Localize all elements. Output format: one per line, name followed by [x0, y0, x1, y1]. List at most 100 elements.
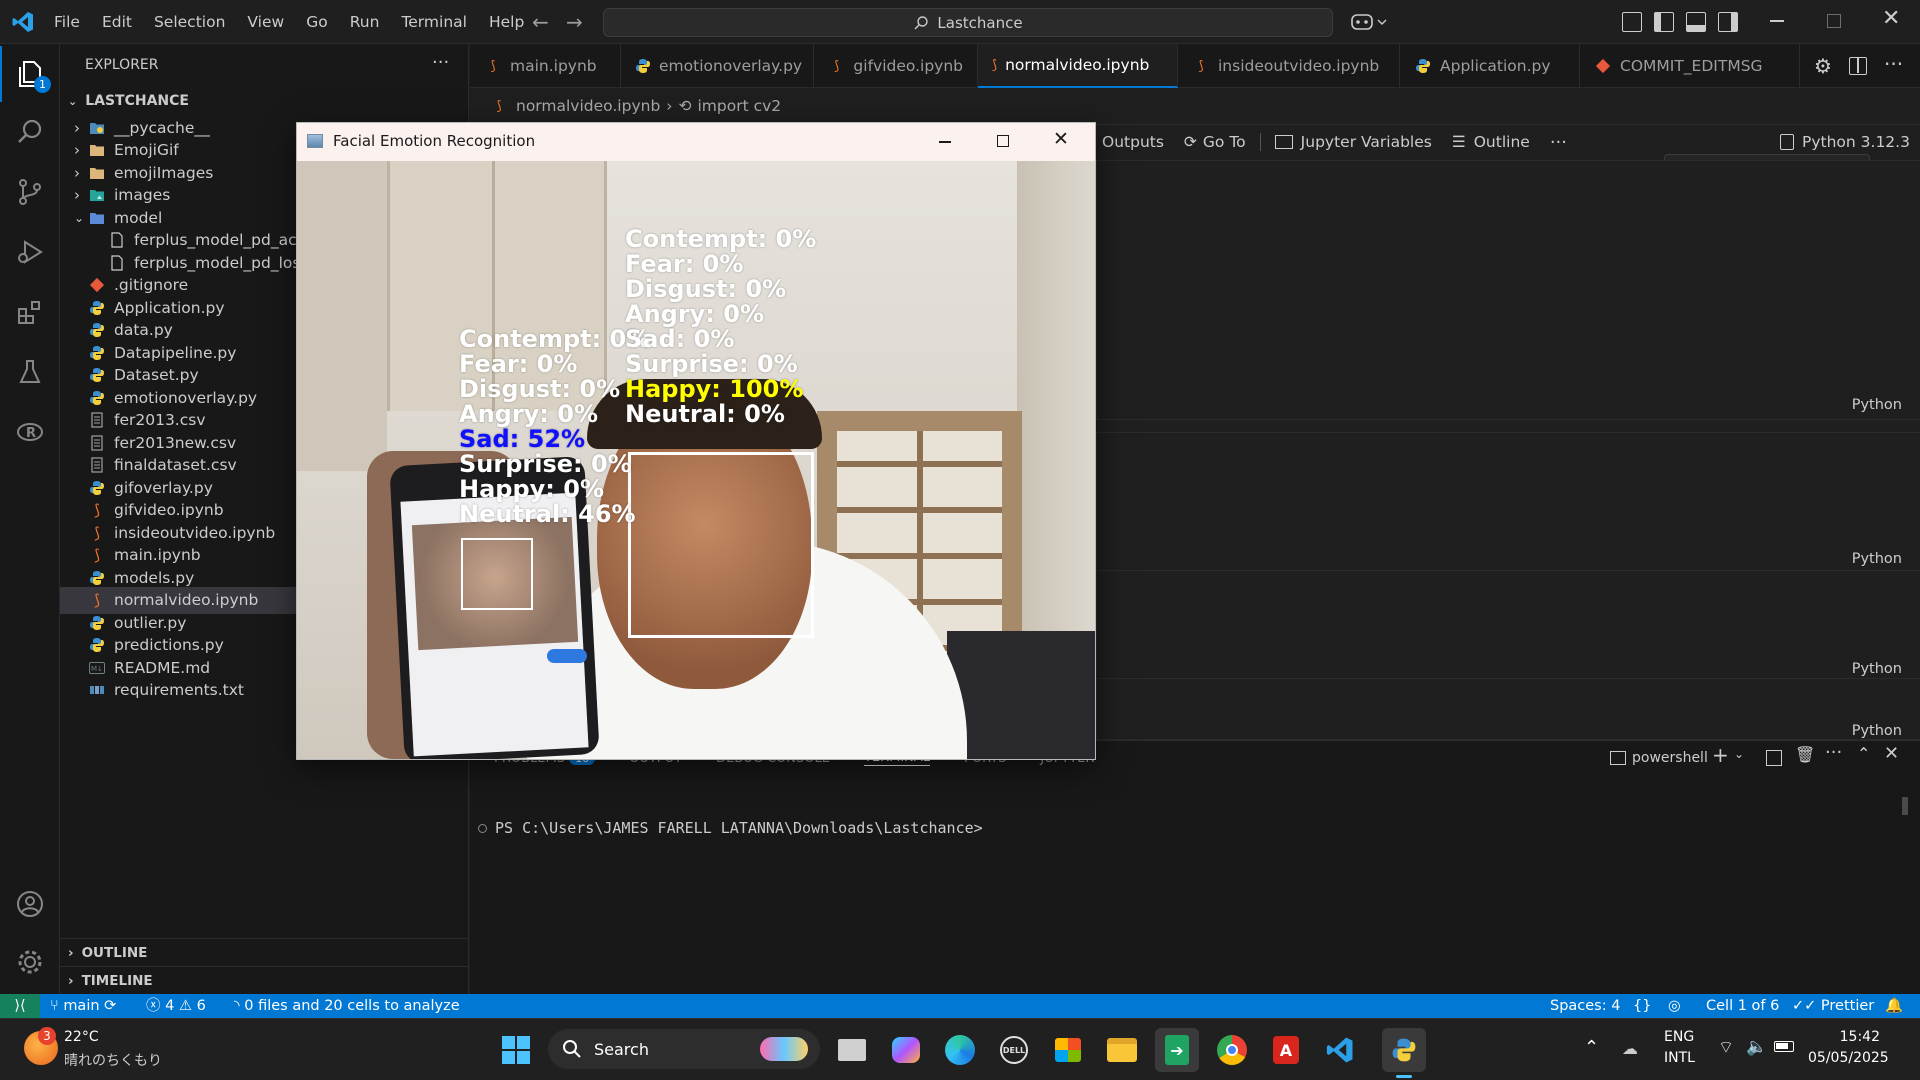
customize-layout-icon[interactable]	[1622, 12, 1642, 32]
remote-indicator-icon[interactable]: ⟩⟨	[0, 994, 40, 1018]
terminal-output[interactable]: PS C:\Users\JAMES FARELL LATANNA\Downloa…	[478, 817, 983, 839]
vscode-taskbar-icon[interactable]	[1318, 1028, 1362, 1072]
tab-application-py[interactable]: Application.py	[1400, 44, 1580, 88]
cell-language-label[interactable]: Python	[1852, 723, 1902, 739]
close-panel-icon[interactable]: ✕	[1884, 743, 1899, 764]
clock-date[interactable]: 05/05/2025	[1808, 1050, 1889, 1066]
terminal-scrollbar[interactable]	[1902, 797, 1908, 815]
problems-indicator[interactable]: ⓧ 4 ⚠ 6	[146, 994, 206, 1018]
menu-file[interactable]: File	[43, 0, 91, 44]
menu-edit[interactable]: Edit	[91, 0, 143, 44]
close-icon[interactable]: ✕	[1053, 128, 1069, 150]
microsoft-store-icon[interactable]	[1046, 1028, 1090, 1072]
analysis-status[interactable]: ◝ 0 files and 20 cells to analyze	[234, 994, 460, 1018]
chevron-down-icon[interactable]: ⌄	[1734, 747, 1744, 761]
more-actions-icon[interactable]: ···	[1825, 742, 1842, 763]
manage-gear-icon[interactable]	[0, 934, 60, 990]
more-actions-icon[interactable]: ···	[1550, 132, 1567, 153]
notebook-cell[interactable]: Python	[1096, 678, 1920, 740]
menu-run[interactable]: Run	[339, 0, 391, 44]
tab-emotionoverlay-py[interactable]: emotionoverlay.py	[621, 44, 814, 88]
chrome-icon[interactable]	[1210, 1028, 1254, 1072]
facial-emotion-window[interactable]: Facial Emotion Recognition ✕ Contempt: 0…	[296, 122, 1096, 760]
cell-indicator[interactable]: Cell 1 of 6	[1706, 994, 1779, 1018]
tab-main-ipynb[interactable]: ⟆ main.ipynb	[470, 44, 621, 88]
cell-language-label[interactable]: Python	[1852, 397, 1902, 413]
notebook-cell[interactable]: Python	[1096, 432, 1920, 588]
task-view-icon[interactable]	[830, 1028, 874, 1072]
goto-button[interactable]: Go To	[1203, 133, 1246, 151]
maximize-panel-icon[interactable]: ⌃	[1857, 744, 1870, 763]
settings-gear-icon[interactable]: ⚙	[1814, 54, 1832, 78]
kill-terminal-icon[interactable]: 🗑	[1795, 745, 1815, 764]
notifications-bell-icon[interactable]: 🔔	[1885, 994, 1903, 1018]
forward-arrow-icon[interactable]: →	[566, 10, 583, 34]
edge-icon[interactable]	[938, 1028, 982, 1072]
workspace-root[interactable]: ⌄ LASTCHANCE	[68, 89, 189, 113]
maximize-icon[interactable]	[997, 135, 1009, 147]
copilot-icon[interactable]	[1350, 10, 1390, 34]
split-editor-icon[interactable]	[1849, 57, 1867, 75]
clock-time[interactable]: 15:42	[1820, 1029, 1880, 1045]
extensions-icon[interactable]	[0, 284, 60, 340]
new-terminal-icon[interactable]: +	[1712, 743, 1729, 767]
account-icon[interactable]	[0, 876, 60, 932]
notebook-cell[interactable]: Python	[1096, 160, 1920, 420]
taskbar-search[interactable]: Search	[548, 1029, 820, 1069]
copilot-status-icon[interactable]: ◎	[1668, 994, 1681, 1018]
tab-gifvideo-ipynb[interactable]: ⟆ gifvideo.ipynb	[814, 44, 978, 88]
tab-insideoutvideo-ipynb[interactable]: ⟆ insideoutvideo.ipynb	[1178, 44, 1400, 88]
start-windows-icon[interactable]	[494, 1028, 538, 1072]
toggle-secondary-sidebar-icon[interactable]	[1718, 12, 1738, 32]
run-debug-icon[interactable]	[0, 224, 60, 280]
copilot-app-icon[interactable]	[884, 1028, 928, 1072]
split-terminal-icon[interactable]	[1766, 750, 1782, 766]
app-green-icon[interactable]: ➔	[1155, 1028, 1199, 1072]
command-center[interactable]: Lastchance	[603, 8, 1333, 37]
weather-temp[interactable]: 22°C	[64, 1029, 99, 1045]
menu-selection[interactable]: Selection	[143, 0, 236, 44]
volume-icon[interactable]: 🔈	[1746, 1037, 1767, 1057]
breadcrumb-symbol[interactable]: import cv2	[698, 97, 782, 115]
outputs-button[interactable]: Outputs	[1102, 133, 1164, 151]
outline-button[interactable]: Outline	[1474, 133, 1530, 151]
jupyter-variables-button[interactable]: Jupyter Variables	[1301, 133, 1432, 151]
source-control-icon[interactable]	[0, 164, 60, 220]
close-window-icon[interactable]: ✕	[1882, 6, 1900, 31]
menu-help[interactable]: Help	[478, 0, 535, 44]
remote-explorer-icon[interactable]: R	[0, 404, 60, 460]
breadcrumb-file[interactable]: normalvideo.ipynb	[516, 97, 660, 115]
language-indicator-eng[interactable]: ENG	[1664, 1029, 1694, 1045]
menu-go[interactable]: Go	[295, 0, 339, 44]
indentation-indicator[interactable]: Spaces: 4	[1550, 994, 1620, 1018]
weather-desc[interactable]: 晴れのちくもり	[64, 1050, 162, 1070]
cell-language-label[interactable]: Python	[1852, 661, 1902, 677]
notebook-cell[interactable]: Python	[1096, 570, 1920, 686]
outline-section[interactable]: › OUTLINE	[68, 940, 147, 966]
tab-commit-editmsg[interactable]: COMMIT_EDITMSG	[1580, 44, 1800, 88]
terminal-shell-selector[interactable]: powershell	[1610, 745, 1708, 771]
minimize-icon[interactable]	[939, 141, 951, 143]
more-actions-icon[interactable]: ···	[1884, 52, 1903, 76]
minimize-icon[interactable]	[1770, 20, 1784, 22]
explorer-icon[interactable]: 1	[0, 46, 60, 102]
language-indicator-intl[interactable]: INTL	[1664, 1050, 1695, 1066]
cell-language-label[interactable]: Python	[1852, 551, 1902, 567]
toggle-panel-icon[interactable]	[1686, 12, 1706, 32]
dell-icon[interactable]: DELL	[992, 1028, 1036, 1072]
timeline-section[interactable]: › TIMELINE	[68, 968, 153, 994]
language-braces[interactable]: {}	[1633, 994, 1651, 1018]
fer-window-titlebar[interactable]: Facial Emotion Recognition ✕	[297, 123, 1095, 161]
battery-icon[interactable]	[1774, 1041, 1794, 1052]
tab-normalvideo-ipynb[interactable]: ⟆ normalvideo.ipynb	[978, 44, 1178, 88]
toggle-primary-sidebar-icon[interactable]	[1654, 12, 1674, 32]
file-explorer-icon[interactable]	[1100, 1028, 1144, 1072]
wifi-icon[interactable]: ⌔	[1718, 1037, 1734, 1058]
onedrive-icon[interactable]: ☁	[1622, 1039, 1638, 1058]
back-arrow-icon[interactable]: ←	[532, 10, 549, 34]
branch-indicator[interactable]: ⑂ main ⟳	[50, 994, 116, 1018]
python-taskbar-icon[interactable]	[1382, 1028, 1426, 1072]
menu-terminal[interactable]: Terminal	[390, 0, 478, 44]
prettier-status[interactable]: ✓✓ Prettier	[1792, 994, 1874, 1018]
search-icon[interactable]	[0, 104, 60, 160]
